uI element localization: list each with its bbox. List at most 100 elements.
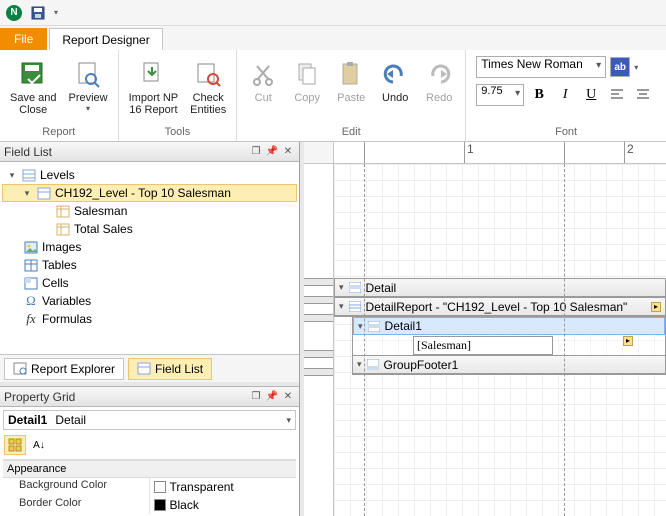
font-family-select[interactable]: Times New Roman: [476, 56, 606, 78]
cut-button[interactable]: Cut: [241, 56, 285, 106]
tree-formulas[interactable]: fxFormulas: [2, 310, 297, 328]
tab-field-list[interactable]: Field List: [128, 358, 212, 380]
property-grid-panel: Property Grid ❐ 📌 ✕ Detail1 Detail ▾ A↓ …: [0, 386, 299, 516]
cells-icon: [23, 275, 39, 291]
save-close-icon: [17, 58, 49, 90]
align-center-button[interactable]: [632, 84, 654, 106]
tree-variables[interactable]: ΩVariables: [2, 292, 297, 310]
band-icon: [348, 301, 362, 313]
band-icon: [367, 320, 381, 332]
title-bar: N ▾: [0, 0, 666, 26]
tree-field-total-sales[interactable]: Total Sales: [2, 220, 297, 238]
field-list-header: Field List ❐ 📌 ✕: [0, 142, 299, 162]
panel-close-icon[interactable]: ✕: [281, 145, 295, 159]
band-detail1[interactable]: ▾Detail1 [Salesman] ▸: [352, 317, 666, 356]
panel-window-icon[interactable]: ❐: [249, 390, 263, 404]
tree-field-salesman[interactable]: Salesman: [2, 202, 297, 220]
save-close-button[interactable]: Save andClose: [4, 56, 62, 118]
undo-button[interactable]: Undo: [373, 56, 417, 106]
property-grid[interactable]: Appearance Background Color Transparent …: [3, 459, 296, 516]
italic-button[interactable]: I: [554, 84, 576, 106]
panel-close-icon[interactable]: ✕: [281, 390, 295, 404]
tab-file[interactable]: File: [0, 28, 47, 50]
ribbon: Save andClose Preview ▾ Report Import NP…: [0, 50, 666, 142]
redo-button[interactable]: Redo: [417, 56, 461, 106]
design-canvas[interactable]: ▾Detail ▾DetailReport - "CH192_Level - T…: [334, 164, 666, 516]
band-detail[interactable]: ▾ Detail: [334, 278, 666, 298]
property-grid-title: Property Grid: [4, 390, 75, 404]
font-size-select[interactable]: 9.75: [476, 84, 524, 106]
smart-tag-icon[interactable]: ▸: [651, 302, 661, 312]
explorer-icon: [13, 362, 27, 375]
levels-icon: [21, 167, 37, 183]
band-groupfooter1[interactable]: ▾GroupFooter1: [352, 356, 666, 375]
tree-cells[interactable]: Cells: [2, 274, 297, 292]
categorized-button[interactable]: [4, 435, 26, 455]
font-color-dropdown[interactable]: ▾: [634, 63, 638, 72]
horizontal-ruler[interactable]: 1 2: [334, 142, 666, 164]
copy-icon: [291, 58, 323, 90]
bold-button[interactable]: B: [528, 84, 550, 106]
import-icon: [137, 58, 169, 90]
prop-row-border-color[interactable]: Border Color Black: [3, 496, 296, 514]
main-area: Field List ❐ 📌 ✕ ▾ Levels ▾ CH192_Level …: [0, 142, 666, 516]
import-button[interactable]: Import NP16 Report: [123, 56, 185, 118]
cell-salesman[interactable]: [Salesman]: [413, 336, 553, 355]
collapse-icon[interactable]: ▾: [6, 169, 18, 181]
field-list-tree[interactable]: ▾ Levels ▾ CH192_Level - Top 10 Salesman…: [0, 162, 299, 354]
preview-icon: [72, 58, 104, 90]
check-entities-icon: [192, 58, 224, 90]
chevron-down-icon[interactable]: ▾: [357, 359, 362, 370]
panel-window-icon[interactable]: ❐: [249, 145, 263, 159]
copy-button[interactable]: Copy: [285, 56, 329, 106]
formulas-icon: fx: [23, 311, 39, 327]
tree-tables[interactable]: Tables: [2, 256, 297, 274]
design-surface-pane: 1 2 ▾Detail ▾DetailRepo: [304, 142, 666, 516]
tab-report-explorer[interactable]: Report Explorer: [4, 358, 124, 380]
field-icon: [55, 221, 71, 237]
app-icon: N: [4, 3, 24, 23]
band-label: DetailReport - "CH192_Level - Top 10 Sal…: [366, 300, 628, 314]
ribbon-tabs: File Report Designer: [0, 26, 666, 50]
tree-images[interactable]: Images: [2, 238, 297, 256]
collapse-icon[interactable]: ▾: [21, 187, 33, 199]
prop-row-bg-color[interactable]: Background Color Transparent: [3, 478, 296, 496]
qat-dropdown-icon[interactable]: ▾: [52, 8, 60, 17]
preview-button[interactable]: Preview ▾: [62, 56, 113, 115]
redo-icon: [423, 58, 455, 90]
align-left-button[interactable]: [606, 84, 628, 106]
smart-tag-icon[interactable]: ▸: [623, 336, 633, 346]
chevron-down-icon[interactable]: ▾: [339, 282, 344, 293]
ruler-corner: [304, 142, 334, 164]
left-pane: Field List ❐ 📌 ✕ ▾ Levels ▾ CH192_Level …: [0, 142, 300, 516]
font-color-button[interactable]: ab: [610, 57, 630, 77]
property-grid-header: Property Grid ❐ 📌 ✕: [0, 387, 299, 407]
color-swatch-icon: [154, 499, 166, 511]
panel-pin-icon[interactable]: 📌: [265, 145, 279, 159]
underline-button[interactable]: U: [580, 84, 602, 106]
variables-icon: Ω: [23, 293, 39, 309]
ribbon-group-edit: Cut Copy Paste Undo Redo Edit: [237, 50, 466, 141]
tree-root-levels[interactable]: ▾ Levels: [2, 166, 297, 184]
panel-pin-icon[interactable]: 📌: [265, 390, 279, 404]
qat-save-icon[interactable]: [28, 3, 48, 23]
band-detail-report[interactable]: ▾ DetailReport - "CH192_Level - Top 10 Sa…: [334, 298, 666, 317]
prop-category-appearance[interactable]: Appearance: [3, 460, 296, 478]
field-list-tab-icon: [137, 362, 151, 375]
ribbon-group-report: Save andClose Preview ▾ Report: [0, 50, 119, 141]
alphabetical-button[interactable]: A↓: [28, 435, 50, 455]
field-icon: [55, 203, 71, 219]
chevron-down-icon[interactable]: ▾: [358, 321, 363, 332]
vertical-ruler[interactable]: [304, 164, 334, 516]
chevron-down-icon[interactable]: ▾: [339, 301, 344, 312]
horizontal-ruler-wrap: 1 2: [304, 142, 666, 164]
tab-report-designer[interactable]: Report Designer: [49, 28, 162, 50]
property-object-selector[interactable]: Detail1 Detail ▾: [3, 410, 296, 430]
images-icon: [23, 239, 39, 255]
color-swatch-icon: [154, 481, 166, 493]
band-label: Detail: [366, 281, 397, 295]
check-entities-button[interactable]: CheckEntities: [184, 56, 232, 118]
undo-icon: [379, 58, 411, 90]
tree-level-selected[interactable]: ▾ CH192_Level - Top 10 Salesman: [2, 184, 297, 202]
paste-button[interactable]: Paste: [329, 56, 373, 106]
